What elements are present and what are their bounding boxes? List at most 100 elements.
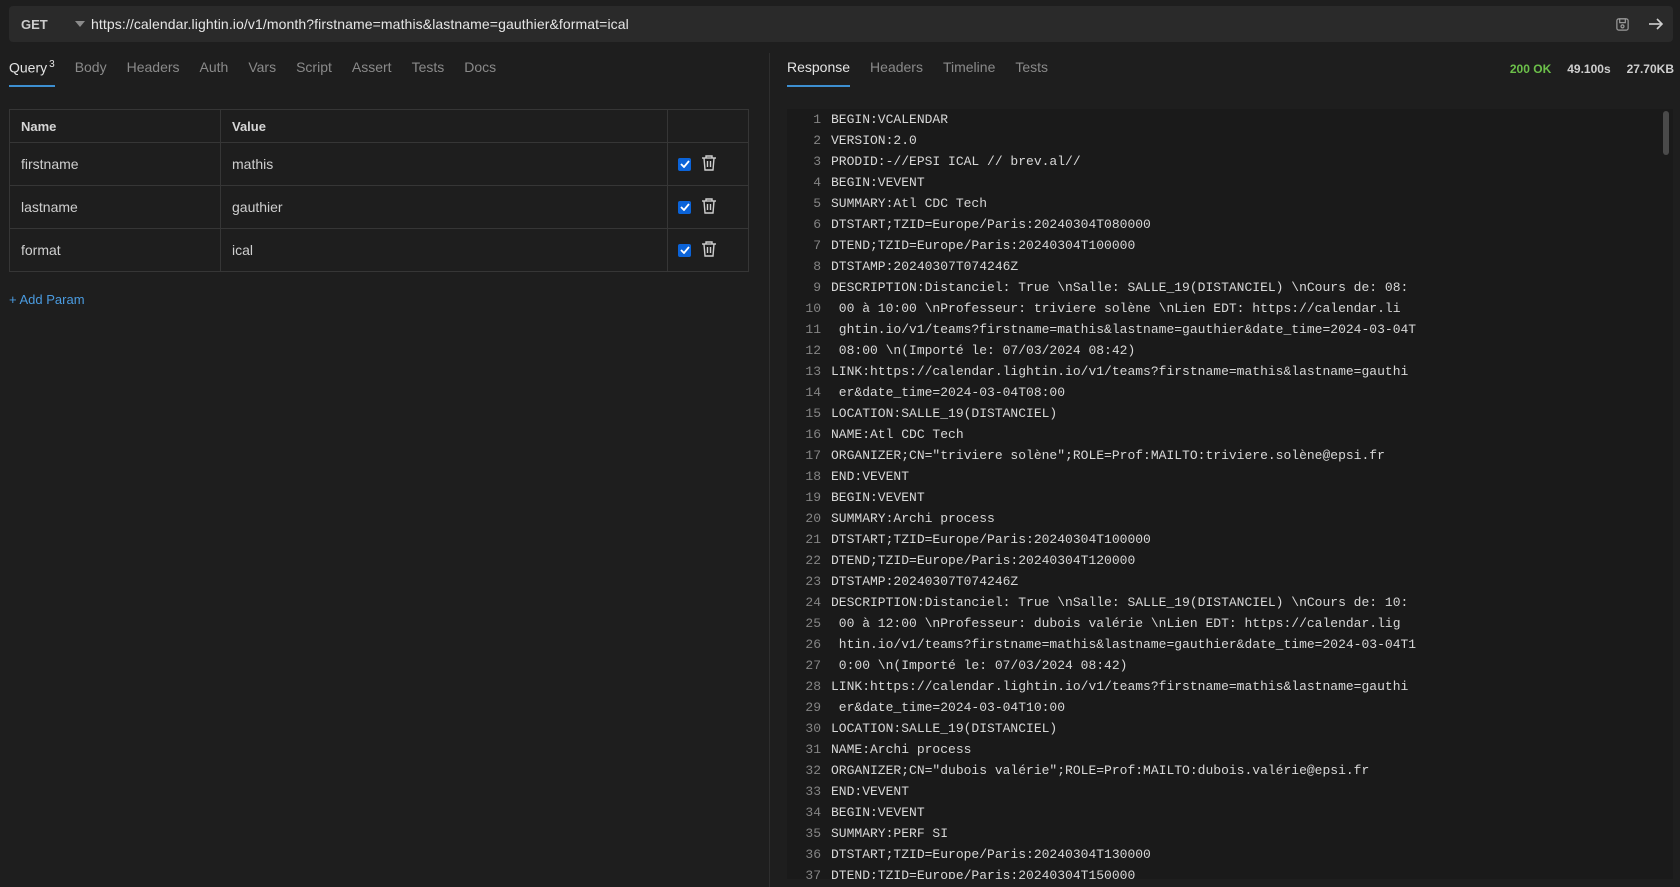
enable-checkbox[interactable] (678, 157, 691, 171)
param-name-cell[interactable]: format (10, 229, 221, 271)
line-number: 18 (805, 469, 821, 484)
code-line: 12 08:00 \n(Importé le: 07/03/2024 08:42… (787, 340, 1673, 361)
line-number: 26 (805, 637, 821, 652)
code-line: 10 00 à 10:00 \nProfesseur: triviere sol… (787, 298, 1673, 319)
tab-body[interactable]: Body (75, 59, 107, 87)
line-text: DTSTAMP:20240307T074246Z (831, 259, 1019, 274)
line-number: 10 (805, 301, 821, 316)
enable-checkbox[interactable] (678, 200, 691, 214)
code-line: 6 DTSTART;TZID=Europe/Paris:20240304T0800… (787, 214, 1673, 235)
code-line: 15 LOCATION:SALLE_19(DISTANCIEL) (787, 403, 1673, 424)
tab-auth[interactable]: Auth (200, 59, 229, 87)
line-number: 34 (805, 805, 821, 820)
tab-query[interactable]: Query 3 (9, 59, 55, 87)
param-value-cell[interactable]: mathis (221, 143, 668, 185)
line-text: ORGANIZER;CN="triviere solène";ROLE=Prof… (831, 448, 1385, 463)
tab-script[interactable]: Script (296, 59, 332, 87)
line-text: VERSION:2.0 (831, 133, 917, 148)
line-text: 08:00 \n(Importé le: 07/03/2024 08:42) (831, 343, 1136, 358)
table-row: firstname mathis (10, 142, 748, 185)
table-header: Name Value (10, 110, 748, 142)
scrollbar[interactable] (1663, 111, 1669, 155)
code-line: 9 DESCRIPTION:Distanciel: True \nSalle: S… (787, 277, 1673, 298)
tab-headers[interactable]: Headers (127, 59, 180, 87)
method-select[interactable]: GET (9, 17, 69, 32)
code-line: 34 BEGIN:VEVENT (787, 802, 1673, 823)
response-body[interactable]: 1 BEGIN:VCALENDAR 2 VERSION:2.0 3 PRODID:-//E… (787, 109, 1673, 879)
param-name-cell[interactable]: firstname (10, 143, 221, 185)
query-count-badge: 3 (49, 59, 55, 70)
line-number: 36 (805, 847, 821, 862)
code-line: 14 er&date_time=2024-03-04T08:00 (787, 382, 1673, 403)
code-line: 37 DTEND;TZID=Europe/Paris:20240304T15000… (787, 865, 1673, 879)
tab-response-headers[interactable]: Headers (870, 59, 923, 87)
code-line: 11 ghtin.io/v1/teams?firstname=mathis&la… (787, 319, 1673, 340)
code-line: 2 VERSION:2.0 (787, 130, 1673, 151)
tab-timeline[interactable]: Timeline (943, 59, 995, 87)
code-line: 25 00 à 12:00 \nProfesseur: dubois valér… (787, 613, 1673, 634)
response-status: 200 OK 49.100s 27.70KB (1510, 62, 1674, 76)
param-value-cell[interactable]: ical (221, 229, 668, 271)
line-number: 19 (805, 490, 821, 505)
caret-down-icon[interactable] (69, 21, 91, 27)
param-value-cell[interactable]: gauthier (221, 186, 668, 228)
code-line: 33 END:VEVENT (787, 781, 1673, 802)
line-number: 9 (813, 280, 821, 295)
line-number: 14 (805, 385, 821, 400)
trash-icon[interactable] (701, 154, 717, 175)
line-text: DTSTART;TZID=Europe/Paris:20240304T13000… (831, 847, 1151, 862)
code-line: 22 DTEND;TZID=Europe/Paris:20240304T12000… (787, 550, 1673, 571)
line-text: DESCRIPTION:Distanciel: True \nSalle: SA… (831, 280, 1409, 295)
enable-checkbox[interactable] (678, 243, 691, 257)
line-text: DTEND;TZID=Europe/Paris:20240304T120000 (831, 553, 1136, 568)
line-text: ghtin.io/v1/teams?firstname=mathis&lastn… (831, 322, 1417, 337)
save-icon[interactable] (1605, 6, 1639, 42)
line-number: 13 (805, 364, 821, 379)
tab-vars[interactable]: Vars (248, 59, 276, 87)
line-text: BEGIN:VCALENDAR (831, 112, 949, 127)
arrow-right-icon[interactable] (1639, 6, 1673, 42)
line-text: BEGIN:VEVENT (831, 490, 925, 505)
query-params-table: Name Value firstname mathis lastname gau… (9, 109, 749, 272)
url-input[interactable]: https://calendar.lightin.io/v1/month?fir… (91, 16, 1605, 32)
row-actions (668, 229, 748, 271)
code-line: 27 0:00 \n(Importé le: 07/03/2024 08:42) (787, 655, 1673, 676)
param-name-cell[interactable]: lastname (10, 186, 221, 228)
line-text: htin.io/v1/teams?firstname=mathis&lastna… (831, 637, 1417, 652)
line-number: 8 (813, 259, 821, 274)
line-number: 23 (805, 574, 821, 589)
line-number: 5 (813, 196, 821, 211)
code-line: 8 DTSTAMP:20240307T074246Z (787, 256, 1673, 277)
line-text: ORGANIZER;CN="dubois valérie";ROLE=Prof:… (831, 763, 1370, 778)
line-text: SUMMARY:PERF SI (831, 826, 949, 841)
trash-icon[interactable] (701, 240, 717, 261)
tab-docs[interactable]: Docs (464, 59, 496, 87)
line-text: NAME:Atl CDC Tech (831, 427, 964, 442)
tab-response-tests[interactable]: Tests (1015, 59, 1048, 87)
tab-response[interactable]: Response (787, 59, 851, 87)
line-number: 20 (805, 511, 821, 526)
code-line: 17 ORGANIZER;CN="triviere solène";ROLE=Pr… (787, 445, 1673, 466)
param-value: mathis (232, 156, 274, 172)
trash-icon[interactable] (701, 197, 717, 218)
code-line: 31 NAME:Archi process (787, 739, 1673, 760)
tab-assert[interactable]: Assert (352, 59, 392, 87)
line-number: 33 (805, 784, 821, 799)
add-param-button[interactable]: + Add Param (9, 292, 85, 307)
code-line: 7 DTEND;TZID=Europe/Paris:20240304T100000 (787, 235, 1673, 256)
code-line: 28 LINK:https://calendar.lightin.io/v1/te… (787, 676, 1673, 697)
line-number: 6 (813, 217, 821, 232)
line-text: END:VEVENT (831, 784, 910, 799)
pane-divider[interactable] (769, 53, 770, 887)
param-value: ical (232, 242, 254, 258)
code-line: 26 htin.io/v1/teams?firstname=mathis&las… (787, 634, 1673, 655)
code-line: 24 DESCRIPTION:Distanciel: True \nSalle: … (787, 592, 1673, 613)
line-text: 00 à 12:00 \nProfesseur: dubois valérie … (831, 616, 1401, 631)
tab-tests[interactable]: Tests (412, 59, 445, 87)
line-text: SUMMARY:Archi process (831, 511, 995, 526)
tab-label: Query (9, 59, 48, 76)
line-number: 27 (805, 658, 821, 673)
line-number: 17 (805, 448, 821, 463)
line-number: 25 (805, 616, 821, 631)
line-text: DTSTART;TZID=Europe/Paris:20240304T10000… (831, 532, 1151, 547)
